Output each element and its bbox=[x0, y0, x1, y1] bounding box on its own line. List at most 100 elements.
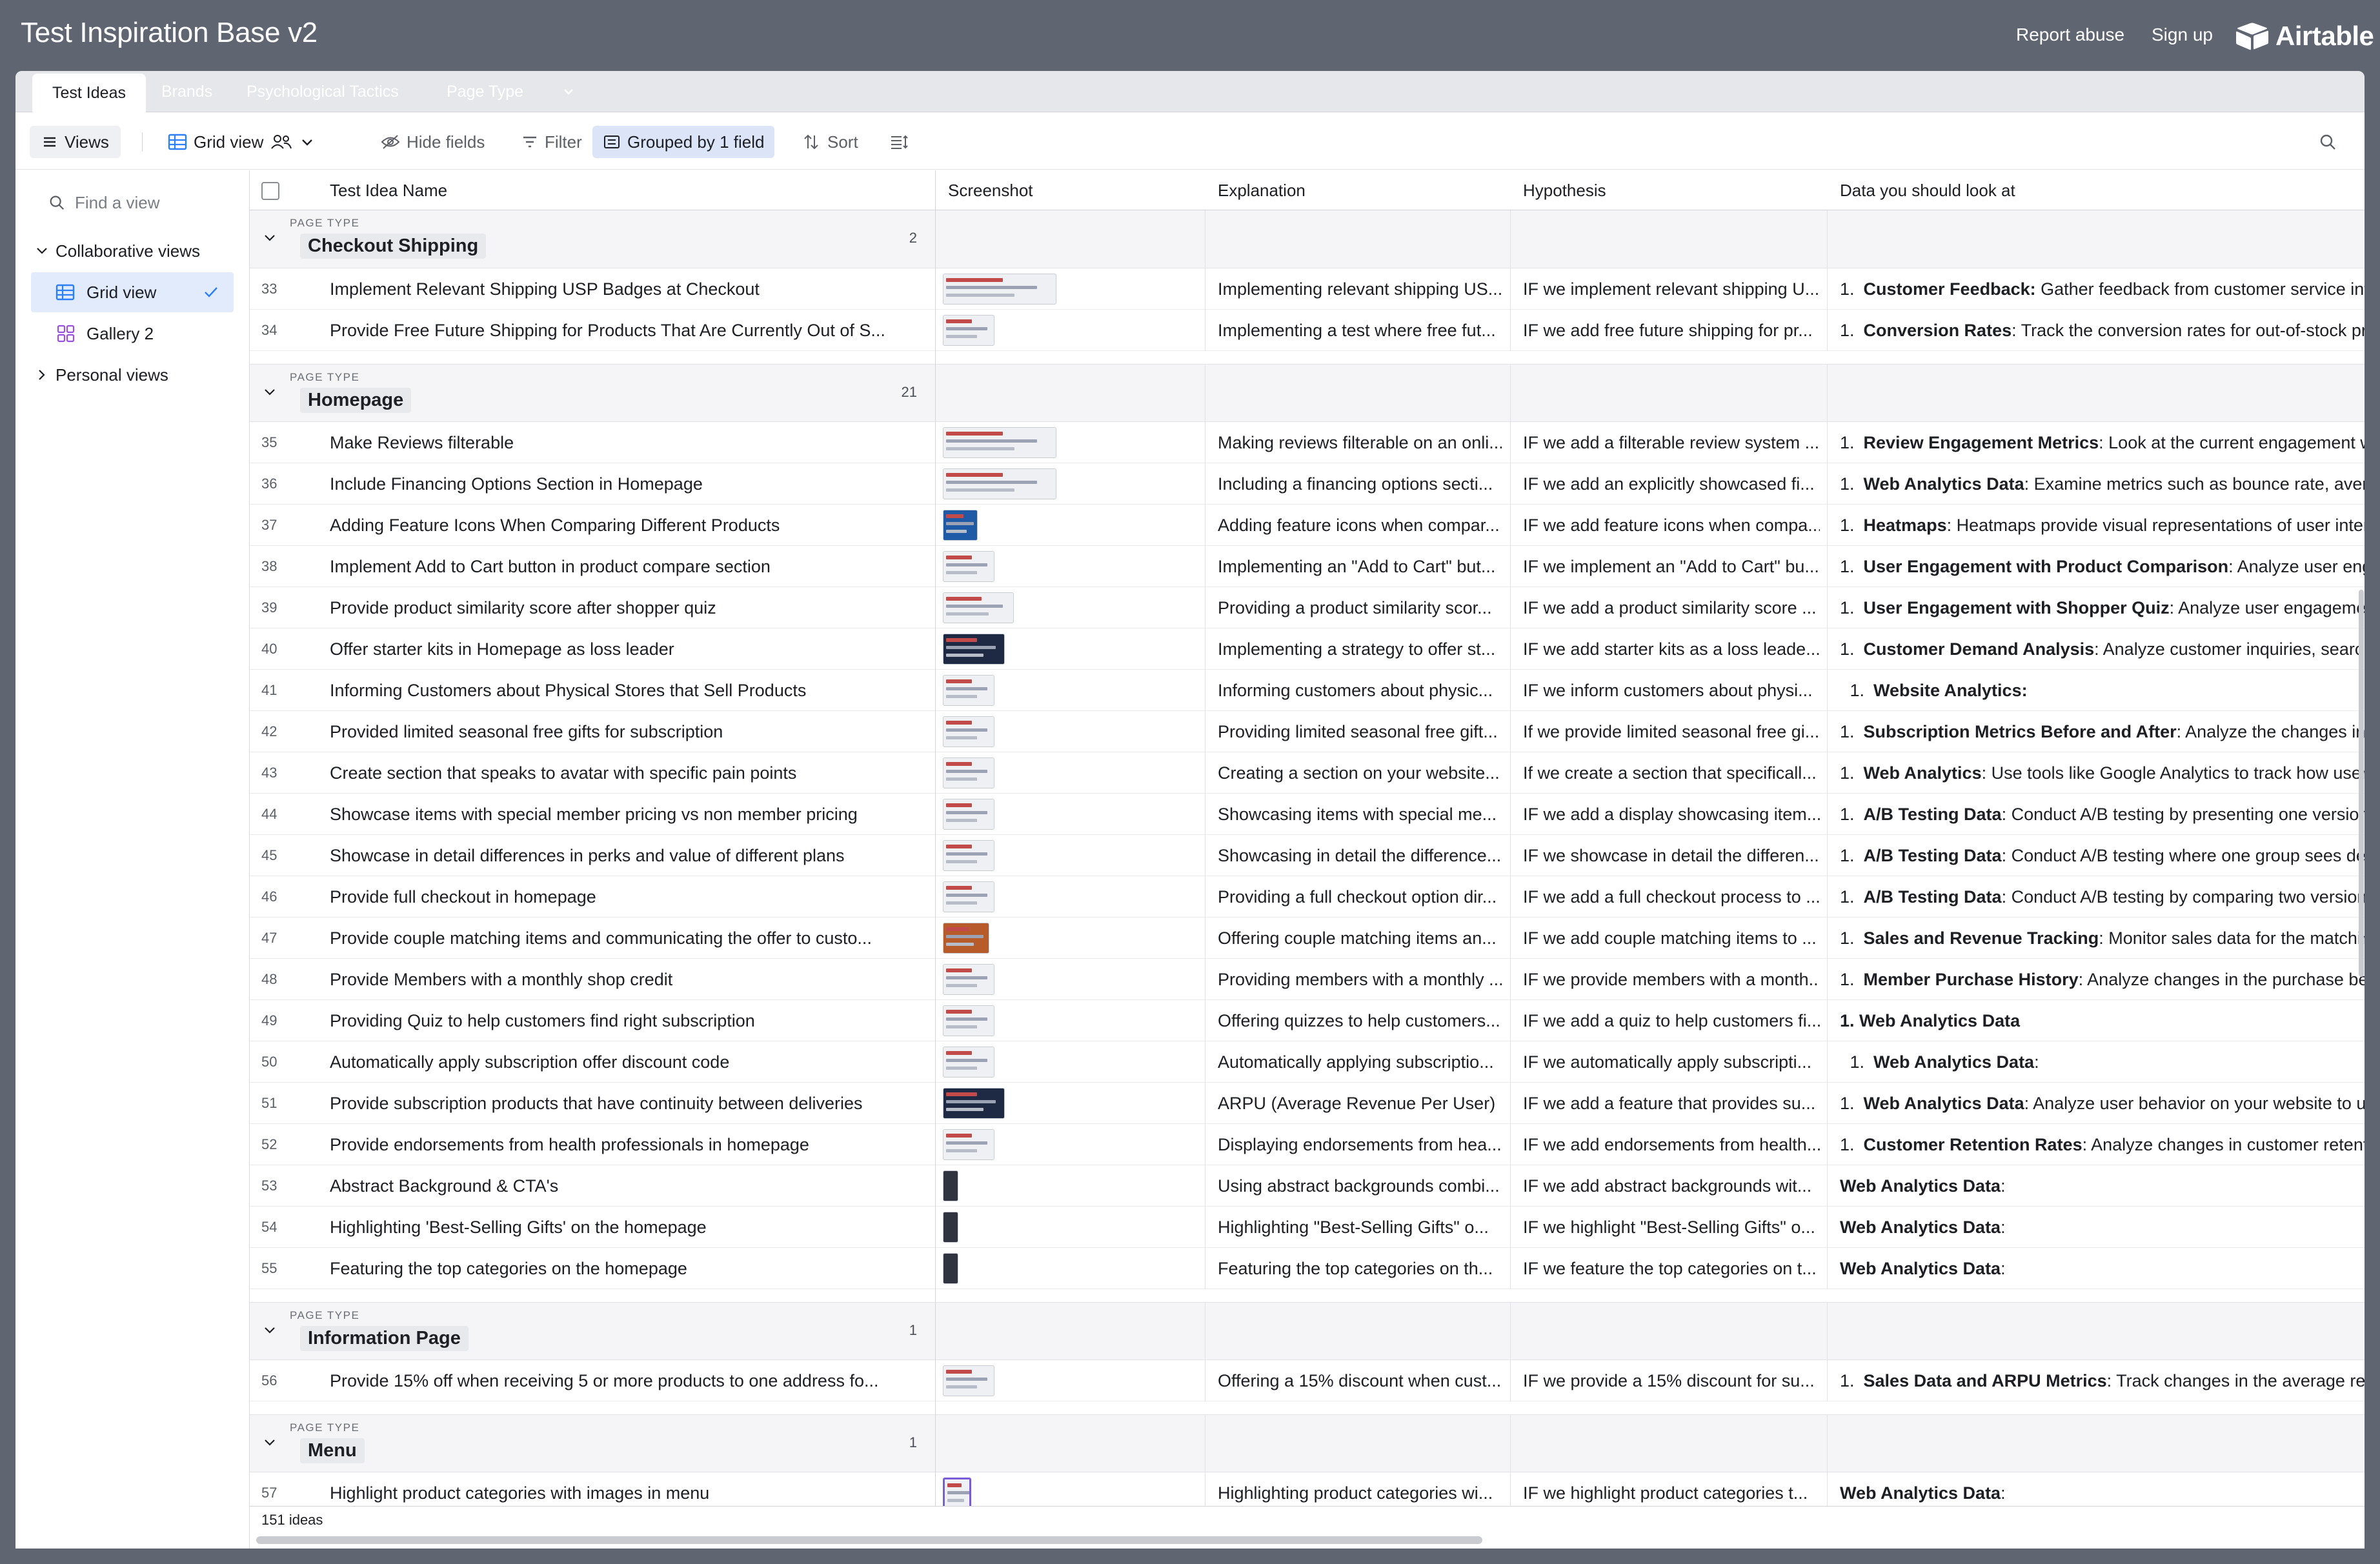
cell-test-idea-name[interactable]: Providing Quiz to help customers find ri… bbox=[330, 1000, 923, 1041]
cell-explanation[interactable]: Providing a product similarity scor... bbox=[1218, 587, 1502, 628]
collapse-group-chevron-icon[interactable] bbox=[261, 384, 278, 404]
cell-screenshot[interactable] bbox=[935, 959, 1205, 1000]
cell-hypothesis[interactable]: IF we add free future shipping for pr... bbox=[1523, 310, 1820, 351]
group-button[interactable]: Grouped by 1 field bbox=[592, 126, 775, 158]
search-button[interactable] bbox=[2318, 126, 2337, 158]
group-header[interactable]: PAGE TYPE Checkout Shipping 2 bbox=[250, 210, 2365, 268]
column-header-data-you-should-look-at[interactable]: Data you should look at bbox=[1840, 170, 2015, 210]
table-row[interactable]: 37 Adding Feature Icons When Comparing Di… bbox=[250, 505, 2365, 546]
screenshot-thumbnail-image[interactable] bbox=[943, 592, 1014, 623]
cell-screenshot[interactable] bbox=[935, 628, 1205, 670]
table-row[interactable]: 49 Providing Quiz to help customers find … bbox=[250, 1000, 2365, 1041]
screenshot-thumbnail-image[interactable] bbox=[943, 1253, 958, 1284]
table-row[interactable]: 46 Provide full checkout in homepage Provi… bbox=[250, 876, 2365, 917]
cell-screenshot[interactable] bbox=[935, 1207, 1205, 1248]
column-header-screenshot[interactable]: Screenshot bbox=[948, 170, 1033, 210]
tab-brands[interactable]: Brands bbox=[161, 71, 212, 112]
screenshot-thumbnail-image[interactable] bbox=[943, 716, 994, 747]
cell-data-to-look-at[interactable]: 1. A/B Testing Data: Conduct A/B testing … bbox=[1840, 835, 2365, 876]
cell-data-to-look-at[interactable]: 1. Subscription Metrics Before and After:… bbox=[1840, 711, 2365, 752]
cell-screenshot[interactable] bbox=[935, 463, 1205, 505]
cell-hypothesis[interactable]: IF we showcase in detail the differen... bbox=[1523, 835, 1820, 876]
table-row[interactable]: 40 Offer starter kits in Homepage as loss… bbox=[250, 628, 2365, 670]
table-row[interactable]: 41 Informing Customers about Physical Sto… bbox=[250, 670, 2365, 711]
group-header[interactable]: PAGE TYPE Information Page 1 bbox=[250, 1302, 2365, 1361]
cell-hypothesis[interactable]: IF we add a feature that provides su... bbox=[1523, 1083, 1820, 1124]
views-button[interactable]: Views bbox=[30, 126, 121, 158]
table-row[interactable]: 36 Include Financing Options Section in H… bbox=[250, 463, 2365, 505]
screenshot-thumbnail-image[interactable] bbox=[943, 1005, 994, 1036]
cell-explanation[interactable]: Offering couple matching items an... bbox=[1218, 917, 1502, 959]
cell-test-idea-name[interactable]: Offer starter kits in Homepage as loss l… bbox=[330, 628, 923, 670]
row-height-button[interactable] bbox=[889, 126, 909, 158]
cell-screenshot[interactable] bbox=[935, 835, 1205, 876]
screenshot-thumbnail-image[interactable] bbox=[943, 1088, 1005, 1119]
cell-hypothesis[interactable]: If we provide limited seasonal free gi..… bbox=[1523, 711, 1820, 752]
more-tables-chevron-icon[interactable] bbox=[561, 71, 576, 112]
screenshot-thumbnail-image[interactable] bbox=[943, 315, 994, 346]
screenshot-thumbnail-image[interactable] bbox=[943, 923, 989, 954]
cell-hypothesis[interactable]: IF we provide a 15% discount for su... bbox=[1523, 1360, 1820, 1401]
cell-explanation[interactable]: Making reviews filterable on an onli... bbox=[1218, 422, 1502, 463]
table-row[interactable]: 34 Provide Free Future Shipping for Produ… bbox=[250, 310, 2365, 351]
cell-screenshot[interactable] bbox=[935, 546, 1205, 587]
cell-explanation[interactable]: Informing customers about physic... bbox=[1218, 670, 1502, 711]
screenshot-thumbnail-image[interactable] bbox=[943, 881, 994, 912]
cell-test-idea-name[interactable]: Implement Add to Cart button in product … bbox=[330, 546, 923, 587]
cell-data-to-look-at[interactable]: Web Analytics Data: bbox=[1840, 1207, 2365, 1248]
cell-data-to-look-at[interactable]: 1. Web Analytics: Use tools like Google A… bbox=[1840, 752, 2365, 794]
cell-test-idea-name[interactable]: Adding Feature Icons When Comparing Diff… bbox=[330, 505, 923, 546]
cell-explanation[interactable]: Providing members with a monthly ... bbox=[1218, 959, 1502, 1000]
table-row[interactable]: 47 Provide couple matching items and comm… bbox=[250, 917, 2365, 959]
cell-explanation[interactable]: Featuring the top categories on th... bbox=[1218, 1248, 1502, 1289]
cell-data-to-look-at[interactable]: 1. Website Analytics: bbox=[1840, 670, 2365, 711]
cell-hypothesis[interactable]: IF we add a display showcasing item... bbox=[1523, 794, 1820, 835]
cell-data-to-look-at[interactable]: 1. Customer Demand Analysis: Analyze cust… bbox=[1840, 628, 2365, 670]
table-row[interactable]: 52 Provide endorsements from health profe… bbox=[250, 1124, 2365, 1165]
cell-hypothesis[interactable]: IF we highlight "Best-Selling Gifts" o..… bbox=[1523, 1207, 1820, 1248]
table-row[interactable]: 42 Provided limited seasonal free gifts f… bbox=[250, 711, 2365, 752]
cell-screenshot[interactable] bbox=[935, 917, 1205, 959]
cell-data-to-look-at[interactable]: 1. Review Engagement Metrics: Look at the… bbox=[1840, 422, 2365, 463]
cell-explanation[interactable]: Implementing a strategy to offer st... bbox=[1218, 628, 1502, 670]
sort-button[interactable]: Sort bbox=[803, 126, 858, 158]
sidebar-item-grid-view[interactable]: Grid view bbox=[31, 272, 234, 312]
collaborative-views-section[interactable]: Collaborative views bbox=[31, 231, 234, 271]
cell-explanation[interactable]: Providing limited seasonal free gift... bbox=[1218, 711, 1502, 752]
cell-data-to-look-at[interactable]: 1. Web Analytics Data: Examine metrics su… bbox=[1840, 463, 2365, 505]
cell-test-idea-name[interactable]: Highlighting 'Best-Selling Gifts' on the… bbox=[330, 1207, 923, 1248]
cell-screenshot[interactable] bbox=[935, 670, 1205, 711]
hide-fields-button[interactable]: Hide fields bbox=[381, 126, 485, 158]
cell-hypothesis[interactable]: IF we implement an "Add to Cart" bu... bbox=[1523, 546, 1820, 587]
table-row[interactable]: 56 Provide 15% off when receiving 5 or mo… bbox=[250, 1360, 2365, 1401]
cell-hypothesis[interactable]: IF we add a filterable review system ... bbox=[1523, 422, 1820, 463]
cell-screenshot[interactable] bbox=[935, 794, 1205, 835]
cell-screenshot[interactable] bbox=[935, 1165, 1205, 1207]
cell-test-idea-name[interactable]: Provide 15% off when receiving 5 or more… bbox=[330, 1360, 923, 1401]
cell-data-to-look-at[interactable]: 1. Conversion Rates: Track the conversion… bbox=[1840, 310, 2365, 351]
cell-test-idea-name[interactable]: Featuring the top categories on the home… bbox=[330, 1248, 923, 1289]
cell-screenshot[interactable] bbox=[935, 1124, 1205, 1165]
cell-screenshot[interactable] bbox=[935, 268, 1205, 310]
screenshot-thumbnail-image[interactable] bbox=[943, 427, 1056, 458]
cell-data-to-look-at[interactable]: 1. Customer Retention Rates: Analyze chan… bbox=[1840, 1124, 2365, 1165]
cell-test-idea-name[interactable]: Provide couple matching items and commun… bbox=[330, 917, 923, 959]
airtable-logo[interactable]: Airtable bbox=[2235, 19, 2374, 53]
select-all-checkbox[interactable] bbox=[261, 182, 279, 200]
cell-test-idea-name[interactable]: Automatically apply subscription offer d… bbox=[330, 1041, 923, 1083]
cell-data-to-look-at[interactable]: 1. Web Analytics Data: bbox=[1840, 1041, 2365, 1083]
table-row[interactable]: 54 Highlighting 'Best-Selling Gifts' on t… bbox=[250, 1207, 2365, 1248]
cell-data-to-look-at[interactable]: 1. A/B Testing Data: Conduct A/B testing … bbox=[1840, 794, 2365, 835]
table-row[interactable]: 38 Implement Add to Cart button in produc… bbox=[250, 546, 2365, 587]
cell-hypothesis[interactable]: If we create a section that specificall.… bbox=[1523, 752, 1820, 794]
screenshot-thumbnail-image[interactable] bbox=[943, 1047, 994, 1078]
screenshot-thumbnail-image[interactable] bbox=[943, 1478, 971, 1506]
screenshot-thumbnail-image[interactable] bbox=[943, 799, 994, 830]
group-header[interactable]: PAGE TYPE Homepage 21 bbox=[250, 364, 2365, 423]
cell-test-idea-name[interactable]: Provide Members with a monthly shop cred… bbox=[330, 959, 923, 1000]
cell-data-to-look-at[interactable]: 1. Customer Feedback: Gather feedback fro… bbox=[1840, 268, 2365, 310]
table-row[interactable]: 55 Featuring the top categories on the ho… bbox=[250, 1248, 2365, 1289]
cell-test-idea-name[interactable]: Provide subscription products that have … bbox=[330, 1083, 923, 1124]
filter-button[interactable]: Filter bbox=[521, 126, 582, 158]
cell-explanation[interactable]: Offering quizzes to help customers... bbox=[1218, 1000, 1502, 1041]
